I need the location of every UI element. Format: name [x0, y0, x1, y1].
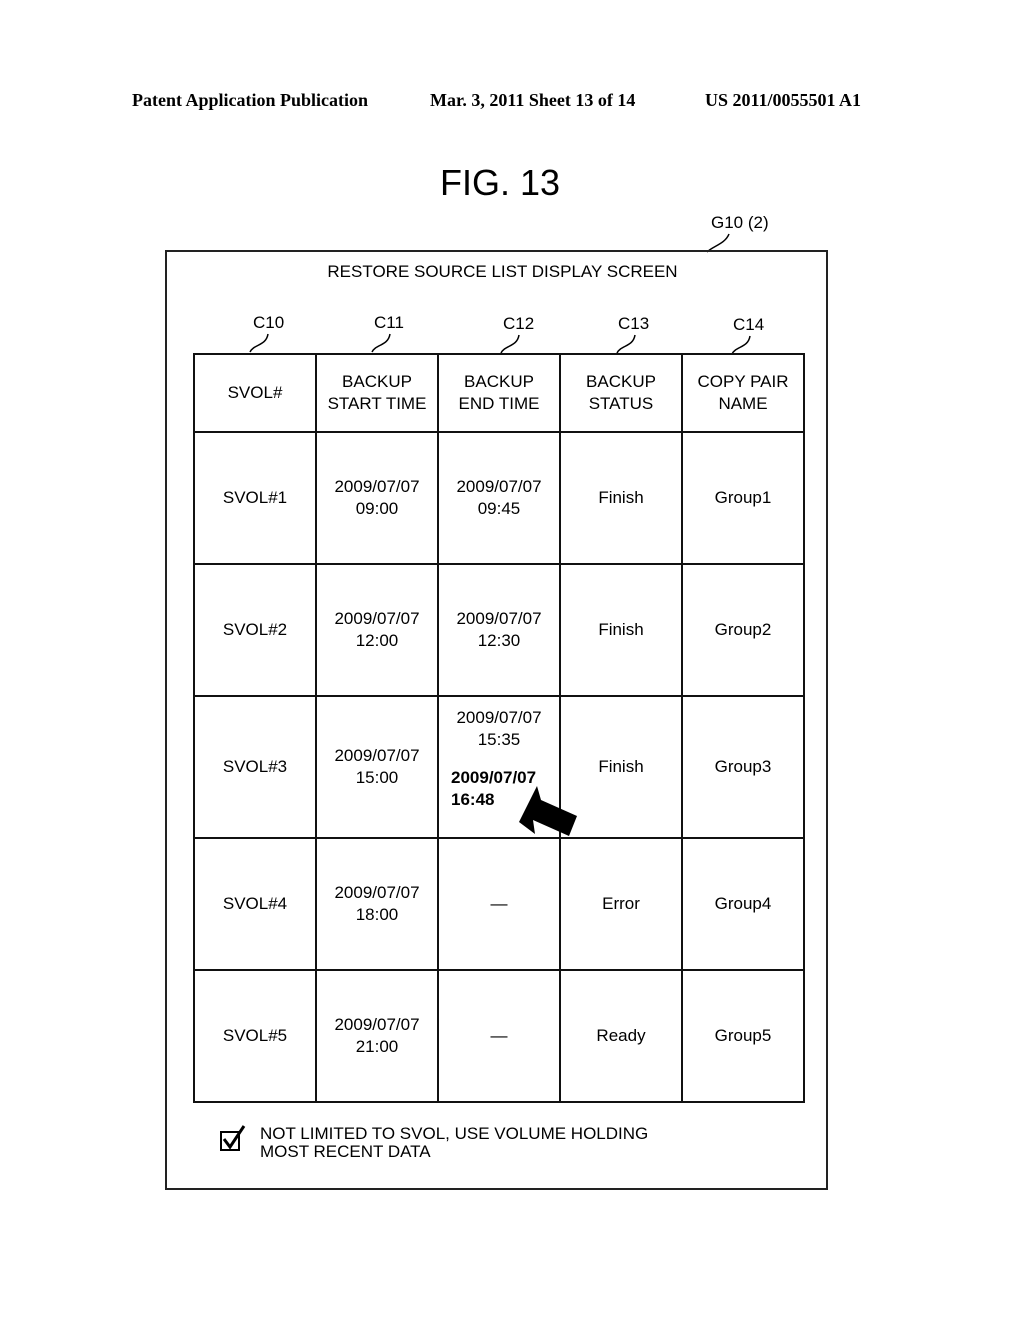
date-text: 2009/07/07	[456, 708, 542, 727]
start-time-cell: 2009/07/07 21:00	[315, 969, 439, 1103]
leader-c13	[616, 334, 636, 354]
leader-c11	[371, 333, 391, 353]
end-time-cell: 2009/07/07 09:45	[437, 431, 561, 565]
time-text: 18:00	[355, 905, 399, 924]
publication-label: Patent Application Publication	[132, 90, 369, 110]
header-backup-end-time[interactable]: BACKUP END TIME	[437, 353, 561, 433]
option-label: NOT LIMITED TO SVOL, USE VOLUME HOLDING …	[260, 1125, 648, 1161]
header-text: START TIME	[327, 394, 427, 413]
column-ref-c10: C10	[253, 313, 285, 332]
svol-cell: SVOL#5	[193, 969, 317, 1103]
header-svol[interactable]: SVOL#	[193, 353, 317, 433]
column-ref-c12: C12	[503, 314, 535, 333]
header-text: COPY PAIR	[697, 372, 789, 391]
copy-pair-cell: Group2	[681, 563, 805, 697]
time-text: 12:30	[477, 631, 521, 650]
header-text: BACKUP	[342, 372, 412, 391]
table-row[interactable]: SVOL#2 2009/07/07 12:00 2009/07/07 12:30 F…	[193, 563, 805, 697]
status-cell: Finish	[559, 563, 683, 697]
figure-title: FIG. 13	[439, 162, 561, 203]
screen-title: RESTORE SOURCE LIST DISPLAY SCREEN	[327, 262, 678, 281]
header-text: BACKUP	[464, 372, 534, 391]
date-text: 2009/07/07	[334, 883, 420, 902]
end-time-cell: —	[437, 837, 561, 971]
copy-pair-cell: Group1	[681, 431, 805, 565]
column-ref-c11: C11	[374, 313, 404, 332]
date-text: 2009/07/07	[334, 1015, 420, 1034]
arrow-pointer-icon	[519, 786, 577, 836]
copy-pair-cell: Group3	[681, 695, 805, 839]
date-text: 2009/07/07	[456, 477, 542, 496]
leader-c10	[249, 333, 269, 353]
publication-number: US 2011/0055501 A1	[705, 90, 862, 110]
column-ref-c13: C13	[618, 314, 650, 333]
header-text: BACKUP	[586, 372, 656, 391]
svol-cell: SVOL#3	[193, 695, 317, 839]
date-text: 2009/07/07	[334, 609, 420, 628]
date-sheet: Mar. 3, 2011 Sheet 13 of 14	[430, 90, 636, 110]
time-text: 12:00	[355, 631, 399, 650]
time-text: 15:00	[355, 768, 399, 787]
header-backup-status[interactable]: BACKUP STATUS	[559, 353, 683, 433]
screen-ref-label: G10 (2)	[711, 213, 769, 232]
svol-cell: SVOL#2	[193, 563, 317, 697]
most-recent-data-option[interactable]: NOT LIMITED TO SVOL, USE VOLUME HOLDING …	[220, 1125, 648, 1161]
table-row[interactable]: SVOL#1 2009/07/07 09:00 2009/07/07 09:45 F…	[193, 431, 805, 565]
start-time-cell: 2009/07/07 12:00	[315, 563, 439, 697]
header-text: STATUS	[588, 394, 654, 413]
date-text: 2009/07/07	[334, 477, 420, 496]
checkbox-checked-icon[interactable]	[220, 1125, 246, 1151]
header-text: SVOL#	[227, 383, 283, 402]
table-row[interactable]: SVOL#4 2009/07/07 18:00 — Error Group4	[193, 837, 805, 971]
table-header-row: SVOL# BACKUP START TIME BACKUP END TIME BA…	[193, 353, 805, 433]
svol-cell: SVOL#4	[193, 837, 317, 971]
leader-c12	[500, 334, 520, 354]
start-time-cell: 2009/07/07 09:00	[315, 431, 439, 565]
header-text: END TIME	[458, 394, 540, 413]
date-text: 2009/07/07	[334, 746, 420, 765]
start-time-cell: 2009/07/07 18:00	[315, 837, 439, 971]
status-cell: Error	[559, 837, 683, 971]
svol-cell: SVOL#1	[193, 431, 317, 565]
end-time-cell: —	[437, 969, 561, 1103]
option-label-line1: NOT LIMITED TO SVOL, USE VOLUME HOLDING	[260, 1124, 649, 1143]
end-time-cell: 2009/07/07 12:30	[437, 563, 561, 697]
table-row[interactable]: SVOL#5 2009/07/07 21:00 — Ready Group5	[193, 969, 805, 1103]
time-text: 09:00	[355, 499, 399, 518]
time-text: 09:45	[477, 499, 521, 518]
copy-pair-cell: Group4	[681, 837, 805, 971]
date-text: 2009/07/07	[456, 609, 542, 628]
column-ref-c14: C14	[733, 315, 765, 334]
header-backup-start-time[interactable]: BACKUP START TIME	[315, 353, 439, 433]
status-cell: Finish	[559, 431, 683, 565]
time-text: 21:00	[355, 1037, 399, 1056]
time-text: 15:35	[477, 730, 521, 749]
header-text: NAME	[718, 394, 768, 413]
option-label-line2: MOST RECENT DATA	[260, 1142, 431, 1161]
table-row[interactable]: SVOL#3 2009/07/07 15:00 2009/07/07 15:35 …	[193, 695, 805, 839]
header-copy-pair-name[interactable]: COPY PAIR NAME	[681, 353, 805, 433]
start-time-cell: 2009/07/07 15:00	[315, 695, 439, 839]
restore-source-table: SVOL# BACKUP START TIME BACKUP END TIME BA…	[193, 353, 805, 1103]
status-cell: Ready	[559, 969, 683, 1103]
copy-pair-cell: Group5	[681, 969, 805, 1103]
